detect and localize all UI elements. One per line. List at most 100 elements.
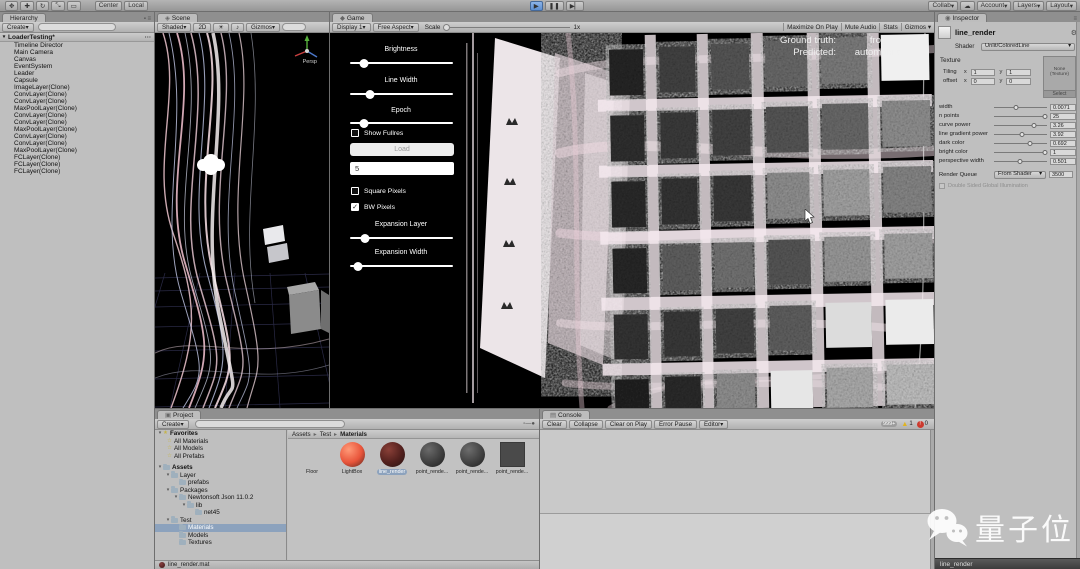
bright-color-value-field[interactable]: 1 <box>1050 148 1076 156</box>
game-viewport[interactable]: Brightness Line Width Epoch Show Fullres… <box>330 33 934 408</box>
inspector-scrollbar[interactable] <box>1076 22 1080 558</box>
asset-floor[interactable]: Floor <box>292 442 332 475</box>
step-button[interactable]: ▶▏ <box>565 0 584 11</box>
checkbox-icon[interactable] <box>351 187 359 195</box>
slider-knob[interactable] <box>360 233 370 243</box>
tree-item[interactable]: ▾ Test <box>155 516 286 525</box>
console-clear-on-play-button[interactable]: Clear on Play <box>604 419 653 429</box>
hierarchy-item[interactable]: ConvLayer(Clone) <box>0 112 154 119</box>
audio-icon[interactable]: ♪ <box>230 22 245 32</box>
asset-lightbox[interactable]: LightBox <box>332 442 372 475</box>
dark-color-slider[interactable] <box>994 139 1047 147</box>
account-button[interactable]: Account ▾ <box>976 0 1012 11</box>
console-error-pause-button[interactable]: Error Pause <box>654 419 698 429</box>
width-slider[interactable] <box>994 103 1047 111</box>
console-clear-button[interactable]: Clear <box>542 419 567 429</box>
aspect-dropdown[interactable]: Free Aspect ▾ <box>372 22 419 32</box>
project-create-button[interactable]: Create ▾ <box>157 419 189 429</box>
space-button[interactable]: Local <box>124 0 148 11</box>
error-count[interactable]: ! 0 <box>916 420 928 428</box>
shader-dropdown[interactable]: Unlit/ColoredLine ▾ <box>981 42 1075 51</box>
lighting-icon[interactable]: ☀ <box>213 22 229 32</box>
tree-item[interactable]: Models <box>155 531 286 540</box>
line-gradient-power-slider[interactable] <box>994 130 1047 138</box>
project-search-input[interactable] <box>194 420 345 428</box>
line-gradient-power-value-field[interactable]: 3.92 <box>1050 130 1076 138</box>
console-collapse-button[interactable]: Collapse <box>568 419 603 429</box>
slider-knob[interactable] <box>359 118 369 128</box>
tree-item[interactable]: ▾ Newtonsoft Json 11.0.2 <box>155 493 286 502</box>
play-button[interactable]: ▶ <box>529 0 543 11</box>
tree-item[interactable]: ▾ Packages <box>155 486 286 495</box>
texture-select-button[interactable]: Select <box>1044 90 1075 97</box>
thumbnail-size-slider[interactable]: ▫—● <box>523 421 535 427</box>
n-points-slider[interactable] <box>994 112 1048 120</box>
breadcrumb[interactable]: Assets ▸ Test ▸ Materials <box>288 430 539 439</box>
tree-item[interactable]: ▾ lib <box>155 501 286 510</box>
hierarchy-item[interactable]: ConvLayer(Clone) <box>0 140 154 147</box>
scene-search-input[interactable] <box>282 23 307 31</box>
hierarchy-item[interactable]: FCLayer(Clone) <box>0 154 154 161</box>
hierarchy-item[interactable]: ConvLayer(Clone) <box>0 119 154 126</box>
hierarchy-item[interactable]: MaxPoolLayer(Clone) <box>0 126 154 133</box>
foldout-arrow-icon[interactable]: ▾ <box>0 34 8 40</box>
display-dropdown[interactable]: Display 1 ▾ <box>332 22 371 32</box>
bright-color-slider[interactable] <box>994 148 1048 156</box>
scene-header-row[interactable]: ▾ LoaderTesting* ⋯ <box>0 33 154 42</box>
hierarchy-item[interactable]: ImageLayer(Clone) <box>0 84 154 91</box>
perspective-width-value-field[interactable]: 0.501 <box>1050 157 1076 165</box>
persp-label[interactable]: Persp <box>303 59 317 65</box>
shaded-dropdown[interactable]: Shaded ▾ <box>157 22 192 32</box>
slider-knob[interactable] <box>353 261 363 271</box>
tiling-x-field[interactable]: 1 <box>970 68 996 76</box>
brightness-slider[interactable] <box>350 58 453 68</box>
asset-point-render-3[interactable]: point_rende... <box>492 442 532 475</box>
width-value-field[interactable]: 0.0071 <box>1050 103 1076 111</box>
curve-power-value-field[interactable]: 3.26 <box>1050 121 1076 129</box>
square-pixels-checkbox[interactable]: Square Pixels <box>351 187 406 195</box>
asset-point-render-2[interactable]: point_rende... <box>452 442 492 475</box>
scale-tool-icon[interactable]: ⤡ <box>51 0 65 11</box>
layers-button[interactable]: Layers ▾ <box>1013 0 1045 11</box>
load-button[interactable]: Load <box>350 143 454 156</box>
bw-pixels-checkbox[interactable]: ✓ BW Pixels <box>351 203 395 211</box>
2d-toggle[interactable]: 2D <box>193 22 212 32</box>
stats-button[interactable]: Stats <box>883 24 897 31</box>
collab-button[interactable]: Collab ▾ <box>928 0 959 11</box>
line-width-slider[interactable] <box>350 89 453 99</box>
hierarchy-item[interactable]: FCLayer(Clone) <box>0 168 154 175</box>
console-editor-dropdown[interactable]: Editor ▾ <box>699 419 729 429</box>
n-points-value-field[interactable]: 25 <box>1050 112 1076 120</box>
pivot-button[interactable]: Center <box>94 0 123 11</box>
warning-count[interactable]: ▲ 1 <box>901 421 912 428</box>
gi-checkbox[interactable] <box>939 183 945 189</box>
perspective-width-slider[interactable] <box>994 157 1047 165</box>
tree-item-favorites[interactable]: ▾ ★ Favorites <box>155 430 286 438</box>
offset-x-field[interactable]: 0 <box>970 77 996 85</box>
hierarchy-item[interactable]: EventSystem <box>0 63 154 70</box>
scale-slider-knob[interactable] <box>443 23 451 31</box>
hand-tool-icon[interactable]: ✥ <box>5 0 19 11</box>
asset-line-render[interactable]: line_render <box>372 442 412 475</box>
tree-item-assets[interactable]: ▾ Assets <box>155 463 286 472</box>
render-queue-value-field[interactable]: 3500 <box>1049 171 1073 178</box>
hierarchy-item[interactable]: ConvLayer(Clone) <box>0 98 154 105</box>
mute-audio-button[interactable]: Mute Audio <box>845 24 877 31</box>
slider-knob[interactable] <box>365 89 375 99</box>
layout-button[interactable]: Layout ▾ <box>1046 0 1077 11</box>
material-preview-bar[interactable]: line_render <box>935 558 1080 569</box>
hierarchy-item[interactable]: Capsule <box>0 77 154 84</box>
tab-console[interactable]: ▤ Console <box>542 410 590 419</box>
expansion-width-slider[interactable] <box>350 261 453 271</box>
info-count[interactable]: 999+ <box>880 421 898 427</box>
slider-knob[interactable] <box>359 58 369 68</box>
hierarchy-item[interactable]: FCLayer(Clone) <box>0 161 154 168</box>
hierarchy-item[interactable]: ConvLayer(Clone) <box>0 91 154 98</box>
maximize-on-play-button[interactable]: Maximize On Play <box>787 24 838 31</box>
pause-button[interactable]: ❚❚ <box>544 0 564 11</box>
cloud-icon[interactable]: ☁ <box>960 0 975 11</box>
rotate-tool-icon[interactable]: ↻ <box>35 0 50 11</box>
tab-inspector[interactable]: ◉ Inspector <box>937 13 988 22</box>
tree-item[interactable]: ☆ All Materials <box>155 438 286 446</box>
scene-options-icon[interactable]: ⋯ <box>145 33 152 41</box>
